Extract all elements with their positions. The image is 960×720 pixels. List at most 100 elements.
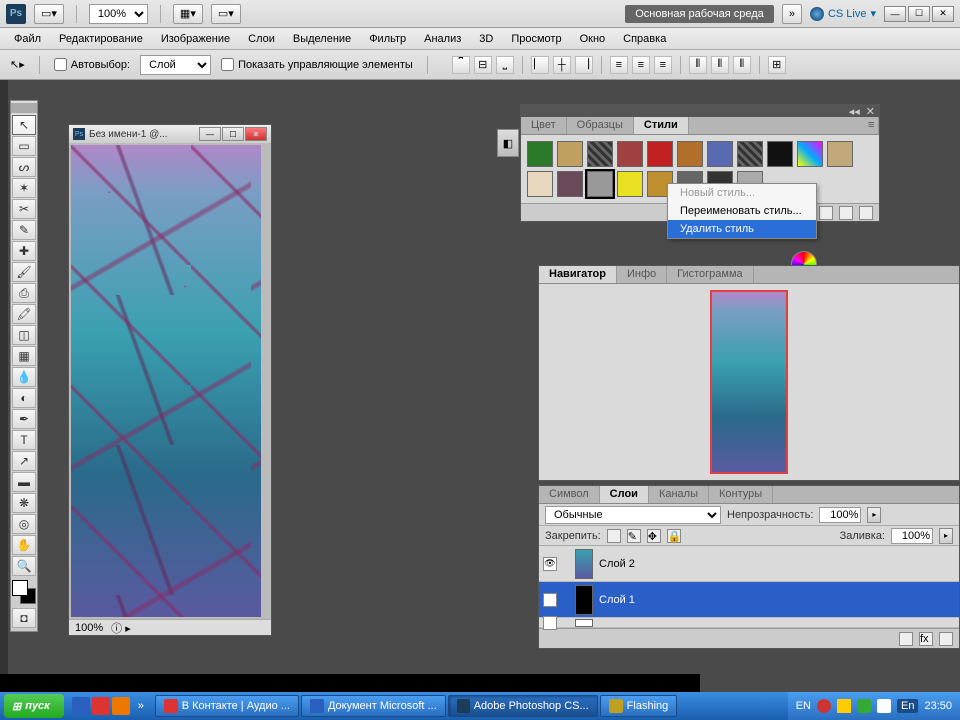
firefox-icon[interactable] (112, 697, 130, 715)
menu-просмотр[interactable]: Просмотр (503, 30, 569, 48)
tab-навигатор[interactable]: Навигатор (539, 266, 617, 283)
opacity-flyout-button[interactable]: ▸ (867, 507, 881, 523)
doc-zoom-value[interactable]: 100% (75, 622, 103, 634)
screen-mode-button[interactable]: ▭▾ (211, 4, 241, 24)
start-button[interactable]: ⊞ пуск (4, 694, 64, 718)
layer-name[interactable]: Слой 2 (599, 558, 955, 570)
3d-camera-tool[interactable]: ◎ (12, 514, 36, 534)
style-swatch-2[interactable] (587, 141, 613, 167)
marquee-tool[interactable]: ▭ (12, 136, 36, 156)
panel-topbar[interactable]: ◂◂✕ (521, 105, 879, 117)
layer-row[interactable] (539, 618, 959, 628)
move-tool[interactable]: ↖ (12, 115, 36, 135)
auto-align-icon[interactable]: ⊞ (768, 56, 786, 74)
align-top-icon[interactable]: ⎴ (452, 56, 470, 74)
lock-pixels-icon[interactable]: ✎ (627, 529, 641, 543)
color-swatches[interactable] (12, 580, 36, 604)
menu-анализ[interactable]: Анализ (416, 30, 469, 48)
tab-образцы[interactable]: Образцы (567, 117, 634, 134)
align-bottom-icon[interactable]: ⎵ (496, 56, 514, 74)
layer-thumbnail[interactable] (575, 585, 593, 615)
hand-tool[interactable]: ✋ (12, 535, 36, 555)
menu-изображение[interactable]: Изображение (153, 30, 238, 48)
style-swatch-9[interactable] (797, 141, 823, 167)
blur-tool[interactable]: 💧 (12, 367, 36, 387)
distribute-right-icon[interactable]: ⦀ (733, 56, 751, 74)
style-swatch-3[interactable] (617, 141, 643, 167)
tab-инфо[interactable]: Инфо (617, 266, 667, 283)
opera-icon[interactable] (92, 697, 110, 715)
navigator-thumbnail[interactable] (710, 290, 788, 474)
toolbox-grip[interactable] (11, 103, 37, 113)
foreground-color-swatch[interactable] (12, 580, 28, 596)
style-swatch-5[interactable] (677, 141, 703, 167)
link-layers-icon[interactable] (899, 632, 913, 646)
close-button[interactable]: ✕ (932, 6, 954, 22)
panel-collapse-icon[interactable]: ◧ (497, 129, 519, 157)
tab-символ[interactable]: Символ (539, 486, 600, 503)
minimize-button[interactable]: — (884, 6, 906, 22)
lock-all-icon[interactable]: 🔒 (667, 529, 681, 543)
visibility-toggle-icon[interactable]: 👁 (543, 593, 557, 607)
tray-icon-2[interactable] (837, 699, 851, 713)
brush-tool[interactable]: 🖌 (12, 262, 36, 282)
lock-position-icon[interactable]: ✥ (647, 529, 661, 543)
quick-launch-more[interactable]: » (132, 697, 150, 715)
menu-редактирование[interactable]: Редактирование (51, 30, 151, 48)
fill-input[interactable] (891, 528, 933, 544)
layer-style-icon[interactable]: fx (919, 632, 933, 646)
lasso-tool[interactable]: ᔕ (12, 157, 36, 177)
style-swatch-13[interactable] (587, 171, 613, 197)
menu-слои[interactable]: Слои (240, 30, 283, 48)
cs-live-button[interactable]: CS Live ▾ (810, 7, 876, 21)
style-swatch-0[interactable] (527, 141, 553, 167)
new-style-icon[interactable] (839, 206, 853, 220)
taskbar-task[interactable]: В Контакте | Аудио ... (155, 695, 299, 717)
blend-mode-select[interactable]: Обычные (545, 506, 721, 524)
menu-фильтр[interactable]: Фильтр (361, 30, 414, 48)
tab-цвет[interactable]: Цвет (521, 117, 567, 134)
history-brush-tool[interactable]: 🖍 (12, 304, 36, 324)
menu-выделение[interactable]: Выделение (285, 30, 359, 48)
quick-mask-toggle[interactable]: ◘ (12, 608, 36, 628)
layer-name[interactable]: Слой 1 (599, 594, 955, 606)
panel-close-icon[interactable]: ✕ (866, 105, 875, 118)
3d-tool[interactable]: ❋ (12, 493, 36, 513)
show-controls-checkbox[interactable]: Показать управляющие элементы (221, 58, 413, 71)
distribute-bottom-icon[interactable]: ≡ (654, 56, 672, 74)
zoom-tool[interactable]: 🔍 (12, 556, 36, 576)
tab-стили[interactable]: Стили (634, 117, 689, 134)
eraser-tool[interactable]: ◫ (12, 325, 36, 345)
layer-thumbnail[interactable] (575, 619, 593, 627)
distribute-vcenter-icon[interactable]: ≡ (632, 56, 650, 74)
taskbar-task[interactable]: Adobe Photoshop CS... (448, 695, 598, 717)
style-swatch-4[interactable] (647, 141, 673, 167)
healing-tool[interactable]: ✚ (12, 241, 36, 261)
auto-select-checkbox[interactable]: Автовыбор: (54, 58, 130, 71)
fill-flyout-button[interactable]: ▸ (939, 528, 953, 544)
doc-close-button[interactable]: ✕ (245, 127, 267, 141)
panel-menu-icon[interactable]: ≡ (858, 117, 879, 134)
tab-гистограмма[interactable]: Гистограмма (667, 266, 754, 283)
layer-row[interactable]: 👁Слой 2 (539, 546, 959, 582)
clock[interactable]: 23:50 (924, 700, 952, 712)
eyedropper-tool[interactable]: ✎ (12, 220, 36, 240)
workspace-more-button[interactable]: » (782, 4, 802, 24)
view-mode-button[interactable]: ▭▾ (34, 4, 64, 24)
zoom-select[interactable]: 100% (89, 4, 148, 24)
opacity-input[interactable] (819, 507, 861, 523)
tray-icon-1[interactable] (817, 699, 831, 713)
style-swatch-14[interactable] (617, 171, 643, 197)
language-indicator[interactable]: EN (796, 700, 811, 712)
distribute-left-icon[interactable]: ⦀ (689, 56, 707, 74)
menu-окно[interactable]: Окно (572, 30, 614, 48)
quick-select-tool[interactable]: ✶ (12, 178, 36, 198)
menu-3d[interactable]: 3D (471, 30, 501, 48)
style-swatch-12[interactable] (557, 171, 583, 197)
stamp-tool[interactable]: ⎙ (12, 283, 36, 303)
taskbar-task[interactable]: Документ Microsoft ... (301, 695, 446, 717)
auto-select-target[interactable]: Слой (140, 55, 211, 75)
layer-mask-icon[interactable] (939, 632, 953, 646)
type-tool[interactable]: T (12, 430, 36, 450)
style-swatch-6[interactable] (707, 141, 733, 167)
